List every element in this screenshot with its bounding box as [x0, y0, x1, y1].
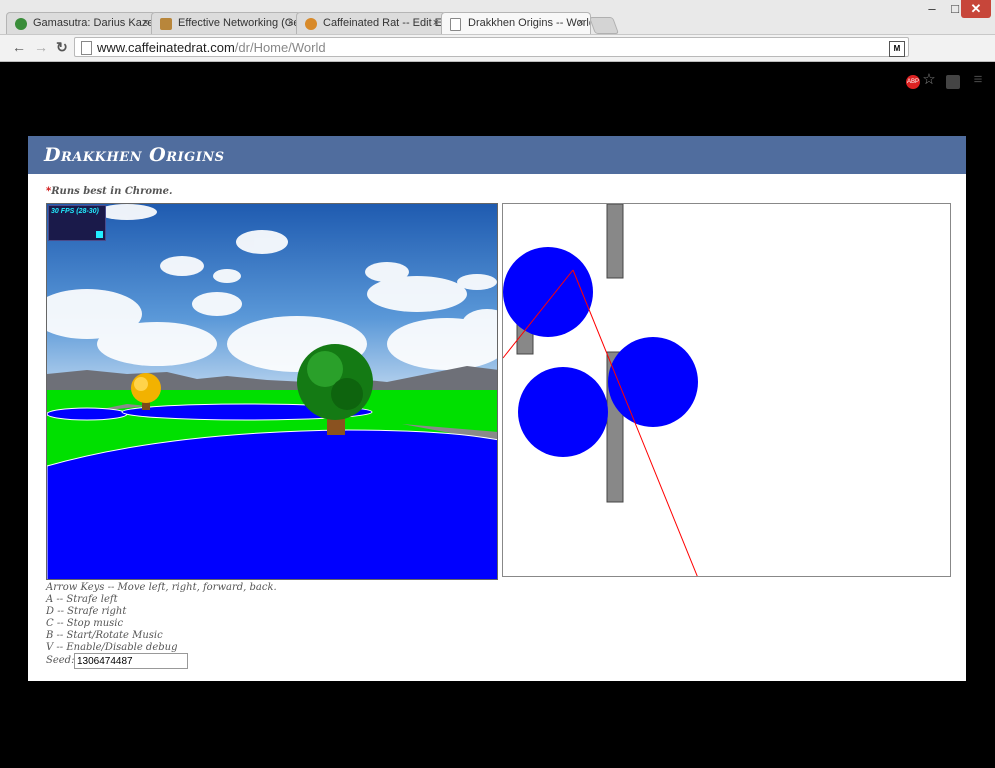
reload-icon[interactable]: ↻: [56, 39, 68, 56]
lake: [47, 429, 497, 579]
star-icon[interactable]: ☆: [922, 72, 936, 87]
fps-meter: 30 FPS (28-30): [48, 205, 106, 241]
page-banner: Drakkhen Origins: [28, 136, 966, 174]
instruction-line: C -- Stop music: [46, 618, 124, 629]
url-text[interactable]: www.caffeinatedrat.com/dr/Home/World: [97, 40, 326, 55]
page-icon: [450, 18, 461, 31]
tab-drakkhen-origins[interactable]: Drakkhen Origins -- World ×: [441, 12, 591, 34]
instruction-line: B -- Start/Rotate Music: [46, 630, 163, 641]
close-window-button[interactable]: ✕: [961, 0, 991, 18]
gamasutra-icon: [15, 18, 27, 30]
tab-label: Effective Networking (Get: [178, 17, 301, 29]
page-title: Drakkhen Origins: [44, 144, 225, 166]
tab-label: Gamasutra: Darius Kazemi: [33, 17, 156, 29]
page-container: Drakkhen Origins *Runs best in Chrome. 3…: [28, 136, 966, 681]
tab-strip: Gamasutra: Darius Kazemi × Effective Net…: [0, 0, 995, 35]
url-host: www.caffeinatedrat.com: [97, 40, 235, 55]
page-icon: [81, 41, 92, 55]
pond-left: [47, 407, 128, 421]
game-3d-view[interactable]: 30 FPS (28-30): [46, 203, 498, 580]
close-tab-icon[interactable]: ×: [143, 17, 149, 29]
map-circle: [503, 247, 593, 337]
debug-map[interactable]: [502, 203, 951, 577]
browser-toolbar: ← → ↻ www.caffeinatedrat.com/dr/Home/Wor…: [0, 35, 995, 89]
adblock-icon[interactable]: ABP: [906, 75, 920, 89]
fps-bar: [96, 231, 103, 238]
forward-icon[interactable]: →: [34, 39, 48, 55]
extension2-icon[interactable]: [946, 75, 960, 89]
extension-icon[interactable]: M: [889, 41, 905, 57]
tab-label: Caffeinated Rat -- Edit Exp: [323, 17, 446, 29]
map-wall: [606, 204, 624, 279]
instruction-line: D -- Strafe right: [46, 606, 127, 617]
new-tab-button[interactable]: [588, 17, 620, 34]
controls-instructions: Arrow Keys -- Move left, right, forward,…: [46, 582, 277, 654]
tab-caffeinated-rat[interactable]: Caffeinated Rat -- Edit Exp ×: [296, 12, 446, 34]
instruction-line: A -- Strafe left: [46, 594, 118, 605]
note-text: Runs best in Chrome.: [51, 186, 173, 197]
close-tab-icon[interactable]: ×: [433, 17, 439, 29]
map-circle: [518, 367, 608, 457]
map-circle: [608, 337, 698, 427]
fps-text: 30 FPS (28-30): [51, 208, 99, 215]
minimize-button[interactable]: –: [921, 0, 943, 18]
tab-gamasutra[interactable]: Gamasutra: Darius Kazemi ×: [6, 12, 156, 34]
seed-label: Seed:: [46, 655, 75, 666]
back-icon[interactable]: ←: [12, 39, 26, 55]
tab-label: Drakkhen Origins -- World: [468, 17, 591, 29]
close-tab-icon[interactable]: ×: [288, 17, 294, 29]
rat-icon: [305, 18, 317, 30]
browser-chrome: Gamasutra: Darius Kazemi × Effective Net…: [0, 0, 995, 89]
close-tab-icon[interactable]: ×: [578, 17, 584, 29]
tab-effective-networking[interactable]: Effective Networking (Get ×: [151, 12, 301, 34]
seed-input[interactable]: [74, 653, 188, 669]
url-path: /dr/Home/World: [234, 40, 326, 55]
seed-row: Seed:: [46, 653, 188, 669]
game-scene: [47, 204, 497, 579]
browser-note: *Runs best in Chrome.: [46, 186, 172, 197]
menu-icon[interactable]: ≡: [971, 72, 985, 87]
instruction-line: Arrow Keys -- Move left, right, forward,…: [46, 582, 277, 593]
person-icon: [160, 18, 172, 30]
map-svg: [503, 204, 698, 576]
address-bar[interactable]: www.caffeinatedrat.com/dr/Home/World M: [74, 37, 909, 57]
